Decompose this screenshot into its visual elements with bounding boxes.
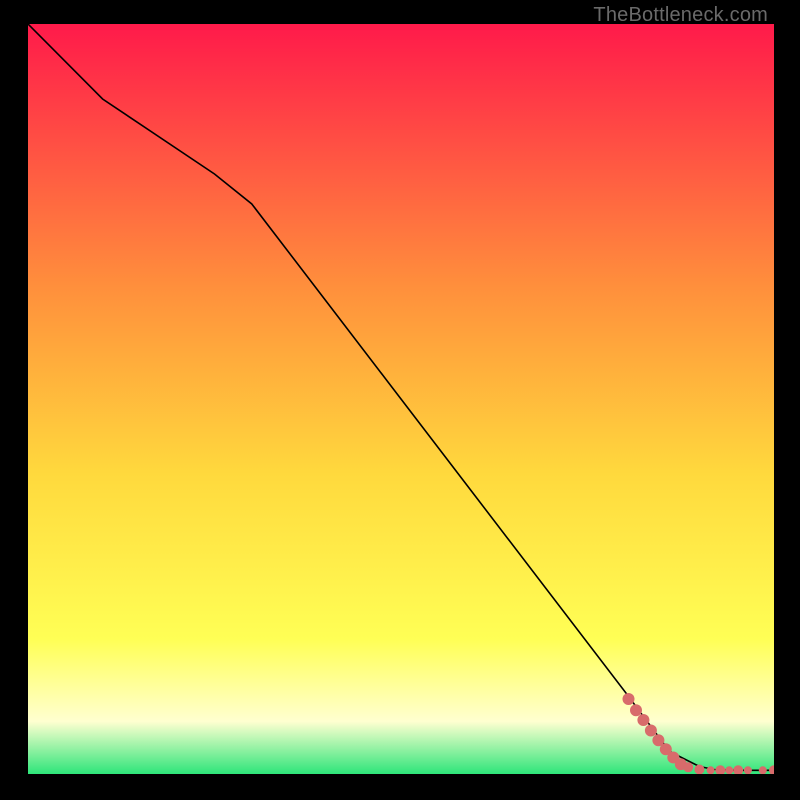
data-marker bbox=[630, 704, 642, 716]
data-marker bbox=[725, 766, 733, 774]
data-marker bbox=[645, 725, 657, 737]
data-marker bbox=[744, 766, 752, 774]
data-marker bbox=[623, 693, 635, 705]
chart-frame: TheBottleneck.com bbox=[0, 0, 800, 800]
data-marker bbox=[707, 766, 715, 774]
data-marker bbox=[759, 766, 767, 774]
chart-svg bbox=[28, 24, 774, 774]
plot-area bbox=[28, 24, 774, 774]
data-marker bbox=[683, 762, 693, 772]
data-marker bbox=[637, 714, 649, 726]
